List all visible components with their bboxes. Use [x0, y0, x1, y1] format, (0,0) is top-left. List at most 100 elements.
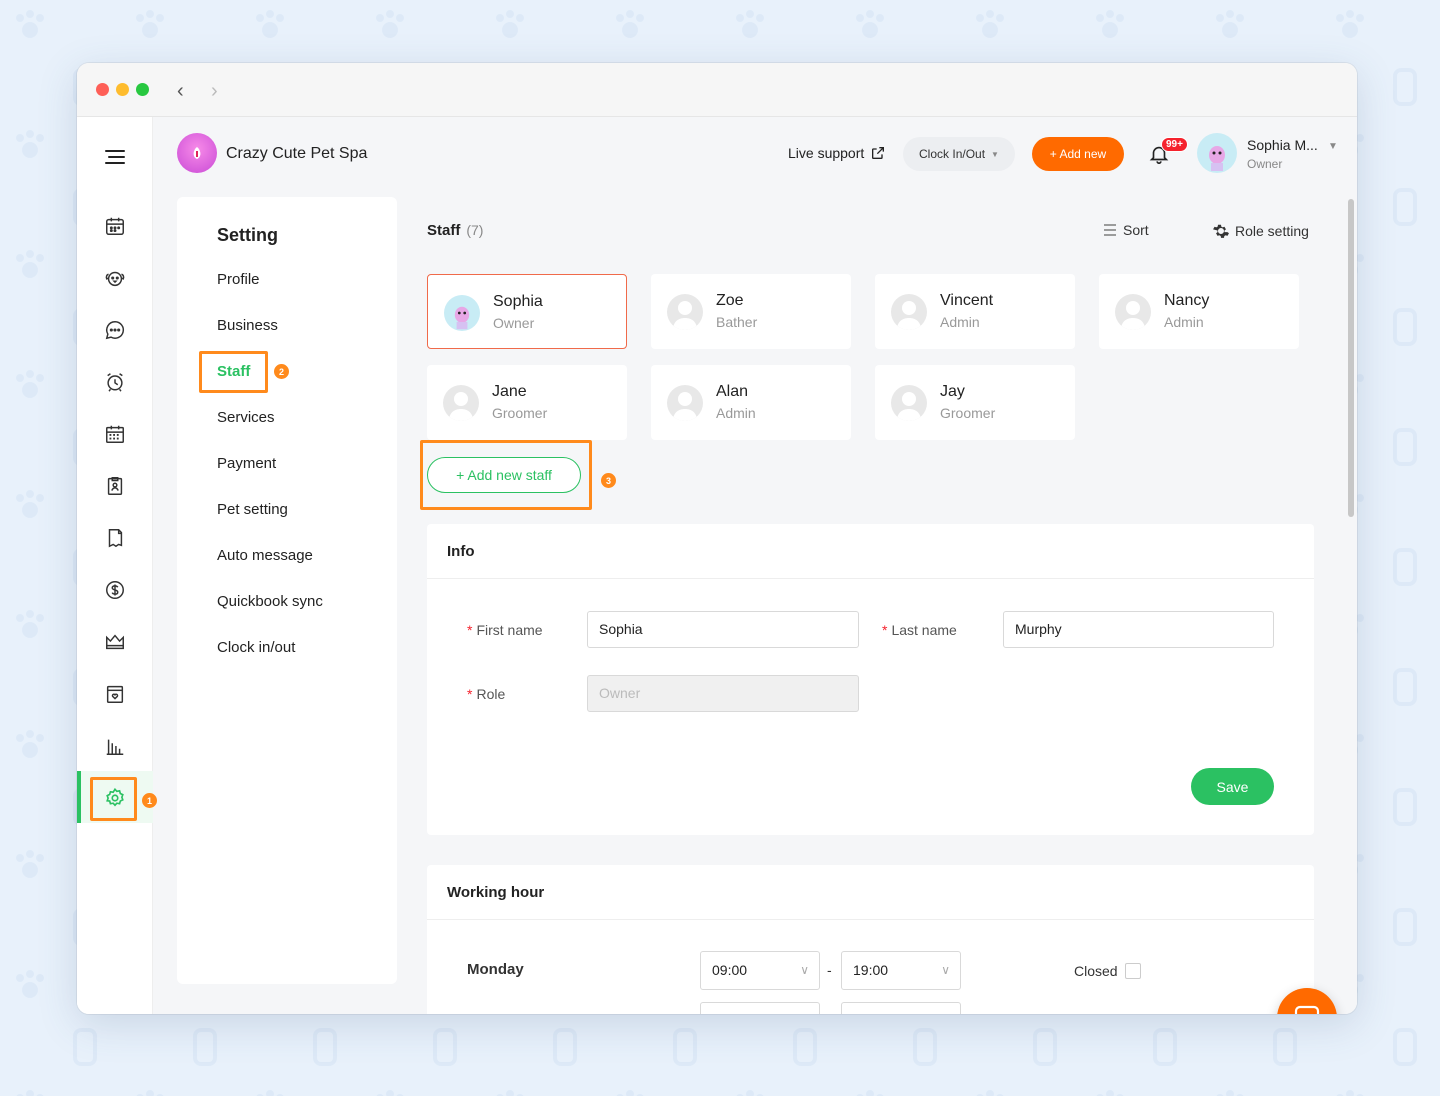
staff-heading: Staff (7): [427, 222, 483, 239]
user-name[interactable]: Sophia M...: [1247, 137, 1318, 153]
settings-nav-panel: Setting Profile Business Staff Services …: [177, 197, 397, 984]
staff-card-sophia[interactable]: Sophia Owner: [427, 274, 627, 349]
chat-bubble-icon: [1294, 1005, 1320, 1014]
staff-role: Owner: [493, 315, 535, 331]
staff-card-alan[interactable]: Alan Admin: [651, 365, 851, 440]
end-time-select-2[interactable]: [841, 1002, 961, 1014]
live-support-label: Live support: [788, 145, 865, 161]
staff-name: Vincent: [940, 292, 994, 309]
calendar-icon[interactable]: [103, 214, 127, 238]
rail-active-indicator: [77, 771, 81, 823]
user-menu-caret-icon[interactable]: ▼: [1328, 141, 1338, 152]
top-bar: Crazy Cute Pet Spa Live support Clock In…: [154, 117, 1357, 193]
sort-button[interactable]: Sort: [1103, 222, 1149, 238]
scrollbar[interactable]: [1348, 199, 1354, 517]
menu-icon[interactable]: [103, 145, 127, 169]
user-avatar[interactable]: [1197, 133, 1237, 173]
dog-icon[interactable]: [103, 266, 127, 290]
live-support-link[interactable]: Live support: [788, 145, 886, 161]
settings-nav-quickbook-sync[interactable]: Quickbook sync: [217, 593, 323, 610]
settings-nav-clock-in-out[interactable]: Clock in/out: [217, 639, 295, 656]
settings-nav-payment[interactable]: Payment: [217, 455, 276, 472]
callout-badge-3: 3: [601, 473, 616, 488]
crown-icon[interactable]: [103, 630, 127, 654]
default-avatar-icon: [667, 385, 703, 421]
staff-role: Groomer: [940, 405, 996, 421]
staff-role: Admin: [940, 314, 980, 330]
info-panel: Info * First name Sophia * Last name Murph…: [427, 524, 1314, 835]
last-name-label-text: Last name: [891, 622, 957, 638]
close-window-button[interactable]: [96, 83, 109, 96]
default-avatar-icon: [443, 385, 479, 421]
calendar-heart-icon[interactable]: [103, 682, 127, 706]
staff-name: Sophia: [493, 293, 543, 310]
staff-card-jay[interactable]: Jay Groomer: [875, 365, 1075, 440]
start-time-select-2[interactable]: [700, 1002, 820, 1014]
gear-icon: [1213, 224, 1229, 238]
role-label: * Role: [467, 686, 505, 702]
settings-nav-auto-message[interactable]: Auto message: [217, 547, 313, 564]
closed-checkbox[interactable]: [1125, 963, 1141, 979]
callout-highlight-add-staff: [420, 440, 592, 510]
minimize-window-button[interactable]: [116, 83, 129, 96]
closed-label: Closed: [1074, 963, 1118, 979]
settings-nav-business[interactable]: Business: [217, 317, 278, 334]
schedule-icon[interactable]: [103, 422, 127, 446]
dollar-icon[interactable]: [103, 578, 127, 602]
staff-name: Jay: [940, 383, 965, 400]
staff-card-nancy[interactable]: Nancy Admin: [1099, 274, 1299, 349]
user-role: Owner: [1247, 157, 1283, 171]
notification-count-badge: 99+: [1161, 137, 1188, 152]
settings-nav-profile[interactable]: Profile: [217, 271, 260, 288]
first-name-field[interactable]: Sophia: [587, 611, 859, 648]
app-body: 1 Crazy Cute Pet Spa Live support Clock …: [77, 117, 1357, 1014]
last-name-field[interactable]: Murphy: [1003, 611, 1274, 648]
staff-title: Staff: [427, 222, 461, 239]
default-avatar-icon: [1115, 294, 1151, 330]
working-hour-title: Working hour: [427, 865, 1314, 920]
required-mark: *: [467, 686, 473, 702]
time-separator: -: [827, 962, 832, 978]
role-setting-label: Role setting: [1235, 223, 1309, 239]
day-label-monday: Monday: [467, 961, 524, 978]
staff-card-jane[interactable]: Jane Groomer: [427, 365, 627, 440]
clipboard-icon[interactable]: [103, 474, 127, 498]
staff-card-zoe[interactable]: Zoe Bather: [651, 274, 851, 349]
start-time-select[interactable]: 09:00 ∨: [700, 951, 820, 990]
chat-icon[interactable]: [103, 318, 127, 342]
sort-lines-icon: [1104, 224, 1116, 236]
bar-chart-icon[interactable]: [103, 734, 127, 758]
icon-rail: [77, 117, 153, 1014]
back-arrow-icon[interactable]: ‹: [177, 80, 184, 103]
add-new-button[interactable]: + Add new: [1032, 137, 1124, 171]
role-setting-button[interactable]: Role setting: [1212, 222, 1309, 240]
end-time-select[interactable]: 19:00 ∨: [841, 951, 961, 990]
chevron-down-icon: ∨: [800, 963, 809, 977]
staff-role: Groomer: [492, 405, 548, 421]
staff-name: Jane: [492, 383, 527, 400]
start-time-value: 09:00: [712, 962, 748, 978]
staff-count: (7): [466, 222, 484, 238]
clock-in-out-dropdown[interactable]: Clock In/Out ▼: [903, 137, 1015, 171]
default-avatar-icon: [891, 385, 927, 421]
alarm-clock-icon[interactable]: [103, 370, 127, 394]
staff-card-vincent[interactable]: Vincent Admin: [875, 274, 1075, 349]
required-mark: *: [882, 622, 888, 638]
staff-avatar: [444, 295, 480, 331]
maximize-window-button[interactable]: [136, 83, 149, 96]
callout-highlight-staff: [199, 351, 268, 393]
app-window: ‹ › 1 Crazy Cute Pet Spa Live support Cl…: [77, 63, 1357, 1014]
forward-arrow-icon[interactable]: ›: [211, 80, 218, 103]
last-name-label: * Last name: [882, 622, 957, 638]
callout-badge-2: 2: [274, 364, 289, 379]
settings-nav-services[interactable]: Services: [217, 409, 275, 426]
caret-down-icon: ▼: [991, 149, 999, 159]
default-avatar-icon: [667, 294, 703, 330]
settings-nav-pet-setting[interactable]: Pet setting: [217, 501, 288, 518]
first-name-label: * First name: [467, 622, 543, 638]
save-button[interactable]: Save: [1191, 768, 1274, 805]
working-hour-panel: Working hour Monday 09:00 ∨ - 19:00 ∨ Cl…: [427, 865, 1314, 1014]
default-avatar-icon: [891, 294, 927, 330]
callout-badge-1: 1: [142, 793, 157, 808]
receipt-icon[interactable]: [103, 526, 127, 550]
